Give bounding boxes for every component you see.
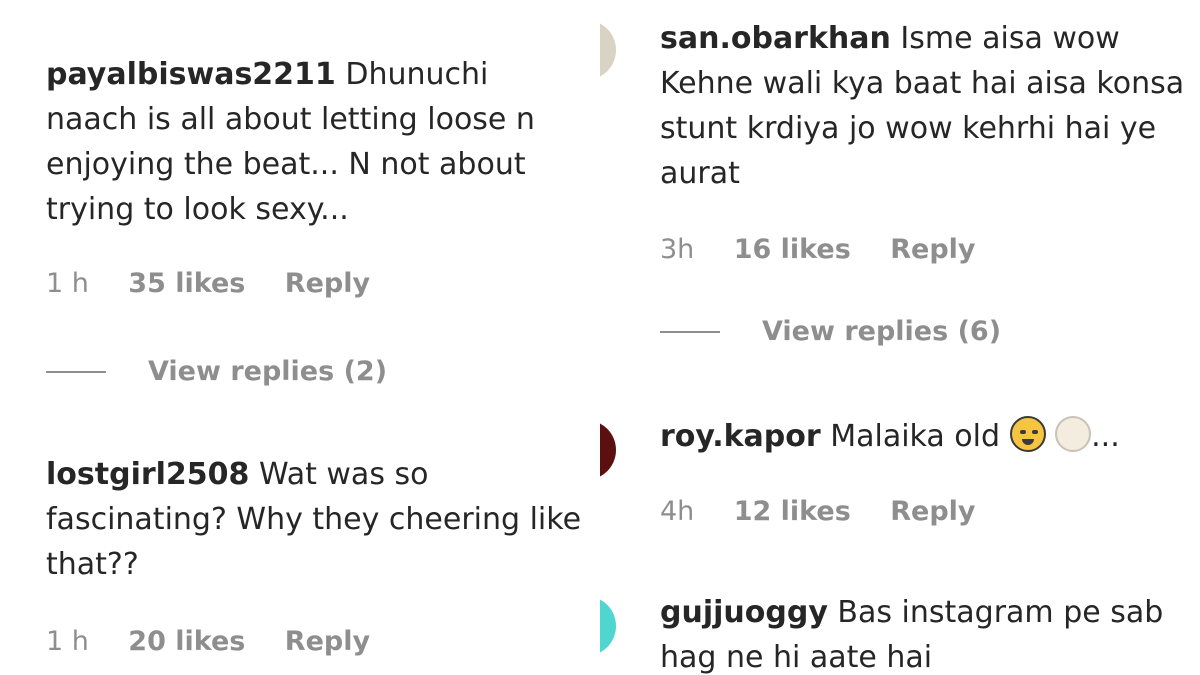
avatar[interactable]	[600, 596, 616, 656]
comment-likes[interactable]: 35 likes	[128, 268, 245, 299]
comment-item: san.obarkhan Isme aisa wow Kehne wali ky…	[660, 16, 1195, 196]
replies-divider-line	[46, 370, 106, 373]
comment-time: 3h	[660, 234, 695, 265]
avatar[interactable]	[600, 420, 616, 480]
faded-face-emoji	[1055, 416, 1092, 452]
avatar[interactable]	[600, 20, 616, 80]
comment-item: payalbiswas2211 Dhunuchi naach is all ab…	[46, 52, 586, 232]
view-replies-label: View replies (2)	[148, 356, 388, 387]
view-replies-label: View replies (6)	[762, 316, 1002, 347]
comment-likes[interactable]: 20 likes	[128, 626, 245, 657]
comment-text: lostgirl2508 Wat was so fascinating? Why…	[46, 452, 586, 587]
reply-button[interactable]: Reply	[890, 234, 975, 265]
comment-meta: 1 h 35 likes Reply	[46, 268, 400, 299]
view-replies-button[interactable]: View replies (6)	[660, 316, 1001, 347]
comment-meta: 4h 12 likes Reply	[660, 496, 1006, 527]
comment-meta: 3h 16 likes Reply	[660, 234, 1006, 265]
comment-meta: 1 h 20 likes Reply	[46, 626, 400, 657]
comment-username[interactable]: gujjuoggy	[660, 595, 828, 630]
comment-likes[interactable]: 12 likes	[734, 496, 851, 527]
right-comments-panel: san.obarkhan Isme aisa wow Kehne wali ky…	[600, 0, 1200, 675]
comment-username[interactable]: san.obarkhan	[660, 21, 891, 56]
view-replies-button[interactable]: View replies (2)	[46, 356, 387, 387]
reply-button[interactable]: Reply	[890, 496, 975, 527]
reply-button[interactable]: Reply	[285, 626, 370, 657]
panel-divider	[590, 0, 600, 675]
comment-item: gujjuoggy Bas instagram pe sab hag ne hi…	[660, 590, 1195, 675]
comment-time: 1 h	[46, 626, 89, 657]
comment-item: lostgirl2508 Wat was so fascinating? Why…	[46, 452, 586, 587]
comment-text: payalbiswas2211 Dhunuchi naach is all ab…	[46, 52, 586, 232]
comment-ellipsis: ...	[1091, 419, 1120, 454]
grimacing-face-emoji	[1009, 416, 1046, 452]
comment-text: san.obarkhan Isme aisa wow Kehne wali ky…	[660, 16, 1195, 196]
reply-button[interactable]: Reply	[285, 268, 370, 299]
comment-body: Malaika old	[820, 419, 1010, 454]
comment-time: 4h	[660, 496, 695, 527]
comment-username[interactable]: lostgirl2508	[46, 457, 249, 492]
comment-time: 1 h	[46, 268, 89, 299]
replies-divider-line	[660, 330, 720, 333]
comment-username[interactable]: roy.kapor	[660, 419, 821, 454]
comment-likes[interactable]: 16 likes	[734, 234, 851, 265]
left-comments-panel: payalbiswas2211 Dhunuchi naach is all ab…	[0, 0, 590, 675]
comment-text: gujjuoggy Bas instagram pe sab hag ne hi…	[660, 590, 1195, 675]
comment-text: roy.kapor Malaika old ...	[660, 414, 1195, 459]
comment-username[interactable]: payalbiswas2211	[46, 57, 336, 92]
comment-item: roy.kapor Malaika old ...	[660, 414, 1195, 459]
